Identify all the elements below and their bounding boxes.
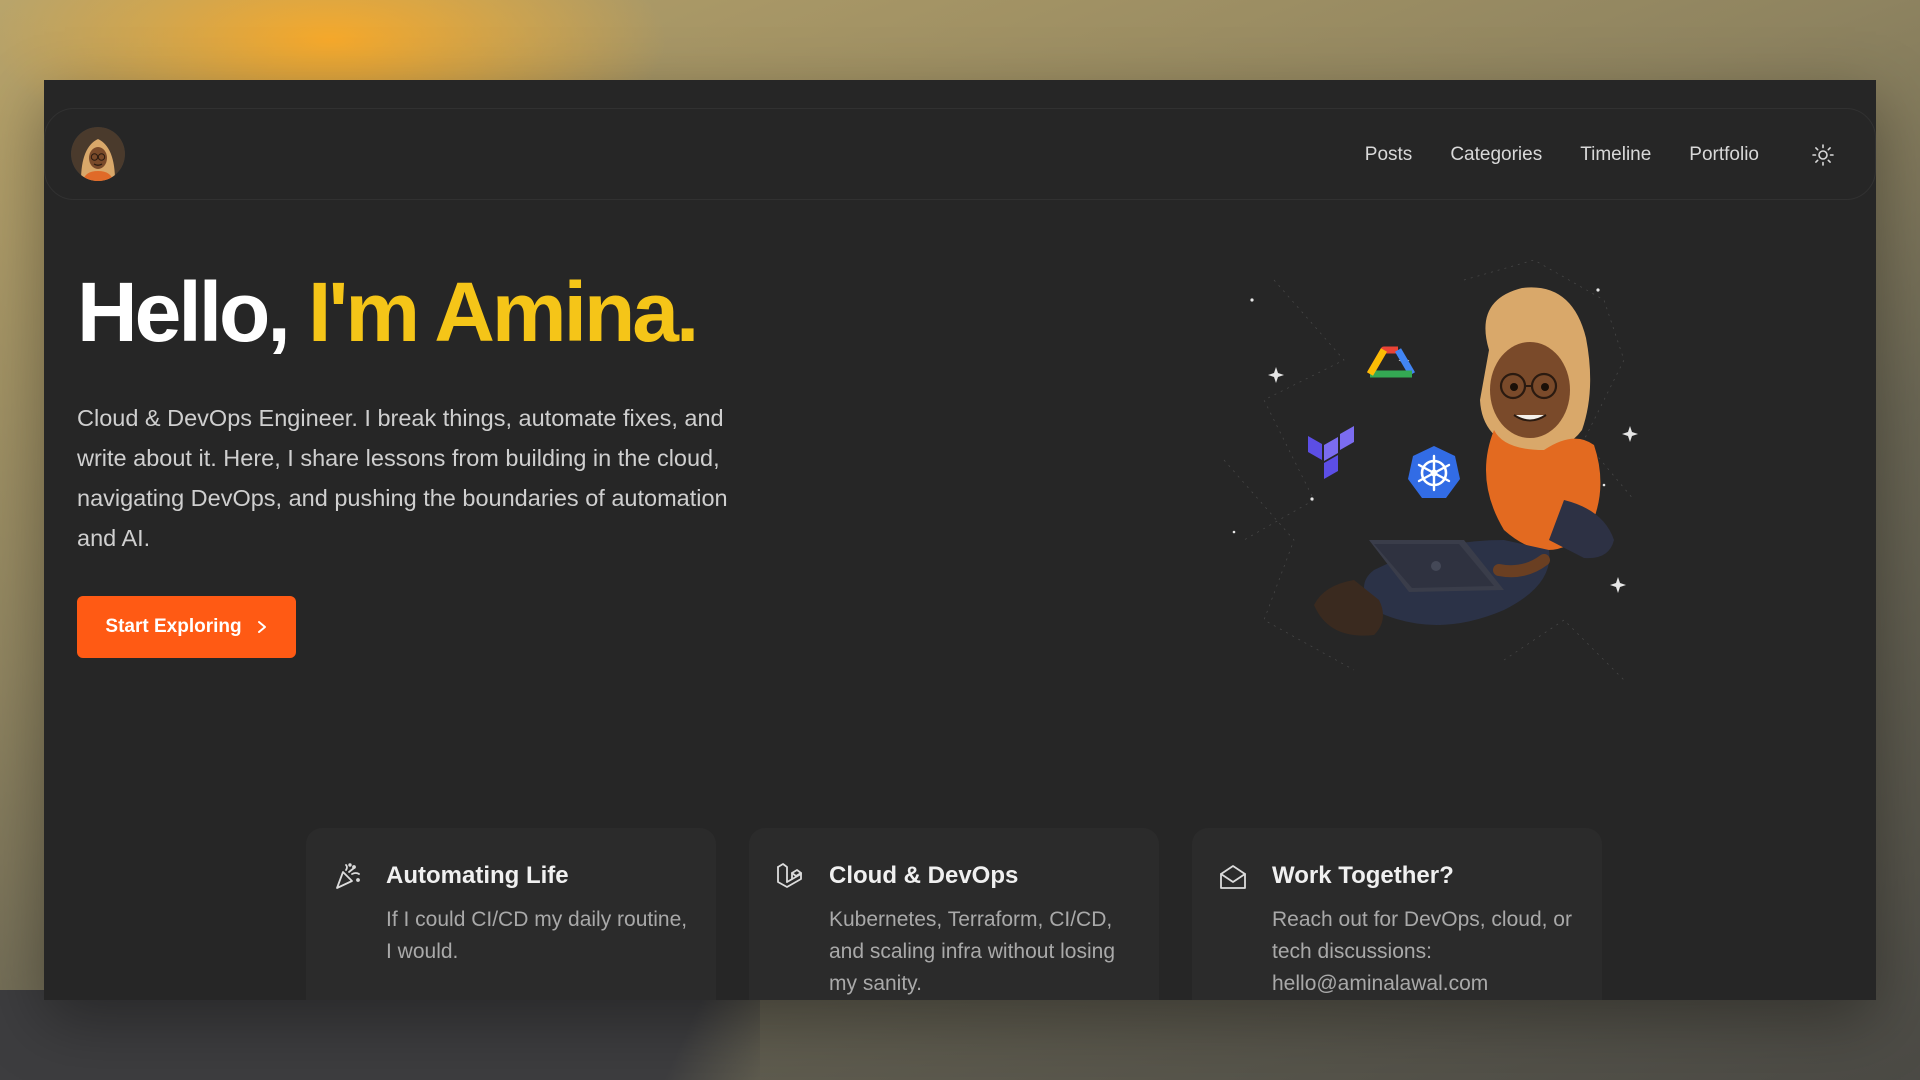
terraform-logo bbox=[1308, 426, 1354, 479]
card-text: If I could CI/CD my daily routine, I wou… bbox=[386, 908, 688, 963]
nav-links: Posts Categories Timeline Portfolio bbox=[1365, 109, 1759, 201]
hero-title: Hello, I'm Amina. bbox=[77, 270, 699, 354]
nav-item-posts[interactable]: Posts bbox=[1365, 144, 1413, 166]
start-exploring-button[interactable]: Start Exploring bbox=[77, 596, 296, 658]
card-text: Kubernetes, Terraform, CI/CD, and scalin… bbox=[829, 908, 1116, 995]
hero-illustration bbox=[1223, 259, 1638, 681]
hero-description: Cloud & DevOps Engineer. I break things,… bbox=[77, 405, 728, 551]
desktop-background-shadow bbox=[0, 990, 760, 1080]
card-title: Automating Life bbox=[386, 862, 569, 889]
card-automating-life: Automating Life If I could CI/CD my dail… bbox=[306, 828, 716, 1000]
avatar[interactable] bbox=[71, 127, 125, 181]
character-illustration bbox=[1314, 287, 1614, 636]
card-title: Work Together? bbox=[1272, 862, 1454, 889]
chevron-right-icon bbox=[257, 621, 266, 633]
top-navbar: Posts Categories Timeline Portfolio bbox=[44, 108, 1876, 200]
card-title: Cloud & DevOps bbox=[829, 862, 1019, 889]
card-work-together: Work Together? Reach out for DevOps, clo… bbox=[1192, 828, 1602, 1000]
nav-item-portfolio[interactable]: Portfolio bbox=[1689, 144, 1759, 166]
sun-icon bbox=[1812, 144, 1834, 166]
nav-item-categories[interactable]: Categories bbox=[1450, 144, 1542, 166]
browser-page: Posts Categories Timeline Portfolio Hell… bbox=[44, 80, 1876, 1000]
kubernetes-logo bbox=[1408, 446, 1460, 498]
card-cloud-devops: Cloud & DevOps Kubernetes, Terraform, CI… bbox=[749, 828, 1159, 1000]
hero-greeting: Hello, bbox=[77, 265, 291, 359]
theme-toggle-button[interactable] bbox=[1809, 141, 1837, 169]
google-cloud-logo bbox=[1366, 346, 1416, 378]
start-exploring-label: Start Exploring bbox=[105, 616, 242, 637]
mail-open-icon bbox=[1220, 865, 1246, 889]
nav-item-timeline[interactable]: Timeline bbox=[1580, 144, 1651, 166]
laravel-icon bbox=[777, 863, 802, 888]
card-text: Reach out for DevOps, cloud, or tech dis… bbox=[1272, 908, 1572, 995]
party-popper-icon bbox=[336, 863, 360, 889]
hero-name: I'm Amina. bbox=[308, 265, 699, 359]
